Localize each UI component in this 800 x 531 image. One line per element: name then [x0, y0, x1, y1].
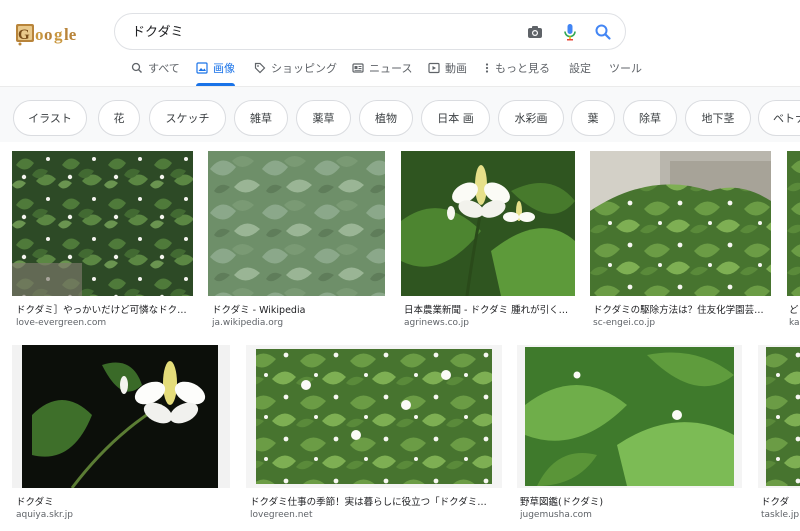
chip-japanese-painting[interactable]: 日本 画	[421, 100, 490, 136]
google-logo[interactable]: G o o g le	[14, 18, 80, 46]
result-caption[interactable]: ドクダミ］やっかいだけど可憐なドク…	[16, 302, 192, 316]
svg-text:g: g	[54, 25, 63, 44]
microphone-icon[interactable]	[560, 22, 580, 42]
result-source: agrinews.co.jp	[404, 318, 469, 328]
tab-settings-label: 設定	[569, 62, 591, 75]
news-icon	[352, 63, 364, 73]
tab-all-label: すべて	[148, 62, 180, 75]
result-source: sc-engei.co.jp	[593, 318, 656, 328]
tab-more-label: もっと見る	[495, 62, 550, 75]
svg-text:o: o	[35, 25, 44, 44]
search-box[interactable]	[114, 13, 626, 50]
tab-news-label: ニュース	[369, 62, 413, 75]
chip-vietnam[interactable]: ベトナム	[758, 100, 800, 136]
tab-more[interactable]: もっと見る	[484, 50, 550, 86]
video-icon	[428, 62, 440, 74]
result-source: aquiya.skr.jp	[16, 510, 73, 520]
result-image[interactable]	[758, 345, 800, 488]
result-source: taskle.jp	[761, 510, 800, 520]
result-caption[interactable]: 野草図鑑(ドクダミ)	[520, 494, 740, 508]
result-caption[interactable]: ど	[789, 302, 800, 316]
tab-tools[interactable]: ツール	[609, 50, 642, 86]
result-caption[interactable]: ドクダミ - Wikipedia	[212, 302, 384, 316]
result-image[interactable]	[246, 345, 502, 488]
tab-images[interactable]: 画像	[196, 50, 235, 86]
result-caption[interactable]: ドクダミ	[16, 494, 226, 508]
result-caption[interactable]: ドクダミの駆除方法は？住友化学園芸…	[593, 302, 769, 316]
result-image[interactable]	[12, 345, 230, 488]
svg-text:o: o	[44, 25, 53, 44]
camera-icon[interactable]	[525, 22, 545, 42]
chip-illustration[interactable]: イラスト	[13, 100, 87, 136]
tag-icon	[254, 62, 266, 74]
image-icon	[196, 62, 208, 74]
result-caption[interactable]: 日本農業新聞 - ドクダミ 腫れが引く…	[404, 302, 576, 316]
result-caption[interactable]: ドクダ	[761, 494, 800, 508]
tab-videos[interactable]: 動画	[428, 50, 467, 86]
result-image[interactable]	[12, 151, 193, 296]
tab-all[interactable]: すべて	[131, 50, 180, 86]
result-caption[interactable]: ドクダミ仕事の季節！実は暮らしに役立つ「ドクダミ…	[250, 494, 500, 508]
chip-weeding[interactable]: 除草	[623, 100, 677, 136]
tab-shopping[interactable]: ショッピング	[254, 50, 337, 86]
search-tabs: すべて 画像 ショッピング ニュース 動画 もっと見る 設定 ツール	[0, 50, 800, 86]
result-source: lovegreen.net	[250, 510, 313, 520]
chip-weed[interactable]: 雑草	[234, 100, 288, 136]
chip-leaf[interactable]: 葉	[571, 100, 615, 136]
result-source: ja.wikipedia.org	[212, 318, 284, 328]
result-source: love-evergreen.com	[16, 318, 107, 328]
result-source: ka	[789, 318, 800, 328]
tab-videos-label: 動画	[445, 62, 467, 75]
search-icon[interactable]	[593, 22, 613, 42]
result-image[interactable]	[208, 151, 385, 296]
chip-rhizome[interactable]: 地下茎	[685, 100, 751, 136]
search-icon	[131, 62, 142, 73]
svg-text:G: G	[18, 27, 30, 43]
tab-images-label: 画像	[213, 62, 235, 75]
result-source: jugemusha.com	[520, 510, 592, 520]
tab-news[interactable]: ニュース	[352, 50, 412, 86]
chip-herb[interactable]: 薬草	[296, 100, 351, 136]
result-image[interactable]	[517, 345, 742, 488]
chip-watercolor[interactable]: 水彩画	[498, 100, 564, 136]
chip-flower[interactable]: 花	[98, 100, 140, 136]
search-input[interactable]	[132, 23, 512, 38]
tab-settings[interactable]: 設定	[569, 50, 591, 86]
result-image[interactable]	[401, 151, 575, 296]
chip-sketch[interactable]: スケッチ	[149, 100, 226, 136]
svg-text:le: le	[64, 25, 77, 44]
result-image[interactable]	[787, 151, 800, 296]
tab-tools-label: ツール	[609, 62, 642, 75]
result-image[interactable]	[590, 151, 771, 296]
tab-shopping-label: ショッピング	[271, 62, 337, 75]
more-vert-icon	[485, 63, 489, 73]
chip-plant[interactable]: 植物	[359, 100, 413, 136]
